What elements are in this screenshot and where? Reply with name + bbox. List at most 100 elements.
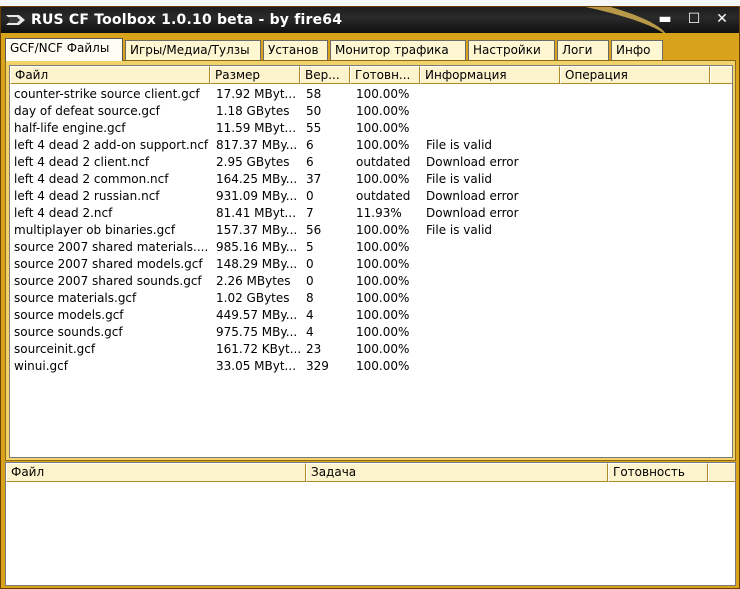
table-row[interactable]: counter-strike source client.gcf 17.92 MB… bbox=[10, 86, 732, 103]
cell-info bbox=[426, 324, 560, 341]
cell-operation bbox=[566, 137, 710, 154]
cell-file: day of defeat source.gcf bbox=[14, 104, 160, 118]
table-row[interactable]: source 2007 shared materials.... 985.16 M… bbox=[10, 239, 732, 256]
column-header-version[interactable]: Вер... bbox=[300, 66, 350, 84]
cell-version: 4 bbox=[306, 325, 314, 339]
table-row[interactable]: left 4 dead 2.ncf 81.41 MByt... 7 11.93% Dow… bbox=[10, 205, 732, 222]
cell-ready: 100.00% bbox=[356, 291, 410, 305]
table-row[interactable]: source models.gcf 449.57 MBy... 4 100.00% bbox=[10, 307, 732, 324]
cell-info bbox=[426, 307, 560, 324]
table-row[interactable]: source 2007 shared sounds.gcf 2.26 MBytes… bbox=[10, 273, 732, 290]
tab-install[interactable]: Установ bbox=[263, 40, 328, 60]
cell-operation bbox=[566, 290, 710, 307]
cell-ready: 100.00% bbox=[356, 308, 410, 322]
cell-size: 33.05 MByt... bbox=[216, 359, 297, 373]
column-header-info[interactable]: Информация bbox=[420, 66, 560, 84]
tab-settings[interactable]: Настройки bbox=[468, 40, 555, 60]
column-header-operation[interactable]: Операция bbox=[560, 66, 710, 84]
cell-operation bbox=[566, 222, 710, 239]
tab-info[interactable]: Инфо bbox=[611, 40, 663, 60]
cell-ready: 100.00% bbox=[356, 223, 410, 237]
task-column-header-spacer bbox=[708, 463, 735, 482]
tab-games-media-tools[interactable]: Игры/Медиа/Тулзы bbox=[125, 40, 261, 60]
table-row[interactable]: source materials.gcf 1.02 GBytes 8 100.00% bbox=[10, 290, 732, 307]
table-row[interactable]: half-life engine.gcf 11.59 MByt... 55 100.0… bbox=[10, 120, 732, 137]
steam-logo-icon[interactable] bbox=[5, 12, 27, 28]
cell-ready: outdated bbox=[356, 155, 411, 169]
cell-file: source 2007 shared materials.... bbox=[14, 240, 209, 254]
cell-file: left 4 dead 2 client.ncf bbox=[14, 155, 150, 169]
tab-logs[interactable]: Логи bbox=[557, 40, 609, 60]
table-row[interactable]: left 4 dead 2 russian.ncf 931.09 MBy... 0 o… bbox=[10, 188, 732, 205]
cell-file: source sounds.gcf bbox=[14, 325, 123, 339]
cell-operation bbox=[566, 120, 710, 137]
cell-operation bbox=[566, 205, 710, 222]
close-button[interactable]: ✕ bbox=[712, 10, 732, 28]
cell-operation bbox=[566, 256, 710, 273]
cell-operation bbox=[566, 324, 710, 341]
cell-ready: 100.00% bbox=[356, 359, 410, 373]
cell-version: 4 bbox=[306, 308, 314, 322]
cell-ready: 100.00% bbox=[356, 121, 410, 135]
tab-gcf-ncf-files[interactable]: GCF/NCF Файлы bbox=[5, 38, 123, 61]
cell-file: left 4 dead 2 common.ncf bbox=[14, 172, 169, 186]
cell-version: 8 bbox=[306, 291, 314, 305]
cell-info bbox=[426, 256, 560, 273]
cell-file: half-life engine.gcf bbox=[14, 121, 126, 135]
cell-info: Download error bbox=[426, 206, 519, 220]
column-header-ready[interactable]: Готовн... bbox=[350, 66, 420, 84]
cell-version: 0 bbox=[306, 274, 314, 288]
cell-file: left 4 dead 2 add-on support.ncf bbox=[14, 138, 209, 152]
task-column-header-progress[interactable]: Готовность bbox=[608, 463, 708, 482]
minimize-button[interactable]: ▬ bbox=[655, 10, 675, 28]
cell-version: 0 bbox=[306, 189, 314, 203]
table-row[interactable]: winui.gcf 33.05 MByt... 329 100.00% bbox=[10, 358, 732, 375]
cell-operation bbox=[566, 103, 710, 120]
cell-info bbox=[426, 86, 560, 103]
table-row[interactable]: multiplayer ob binaries.gcf 157.37 MBy...… bbox=[10, 222, 732, 239]
column-header-file[interactable]: Файл bbox=[10, 66, 210, 84]
cell-size: 81.41 MByt... bbox=[216, 206, 297, 220]
table-row[interactable]: source sounds.gcf 975.75 MBy... 4 100.00% bbox=[10, 324, 732, 341]
title-bar[interactable]: RUS CF Toolbox 1.0.10 beta - by fire64 ▬… bbox=[1, 7, 739, 33]
cell-size: 148.29 MBy... bbox=[216, 257, 298, 271]
file-list[interactable]: Файл Размер Вер... Готовн... Информация … bbox=[9, 65, 733, 458]
cell-file: source 2007 shared models.gcf bbox=[14, 257, 203, 271]
tab-traffic-monitor[interactable]: Монитор трафика bbox=[330, 40, 466, 60]
cell-operation bbox=[566, 239, 710, 256]
task-column-header-task[interactable]: Задача bbox=[306, 463, 608, 482]
cell-size: 161.72 KByt... bbox=[216, 342, 300, 356]
cell-size: 1.02 GBytes bbox=[216, 291, 290, 305]
cell-version: 23 bbox=[306, 342, 322, 356]
column-header-spacer bbox=[710, 66, 732, 84]
table-row[interactable]: left 4 dead 2 add-on support.ncf 817.37 M… bbox=[10, 137, 732, 154]
table-row[interactable]: source 2007 shared models.gcf 148.29 MBy.… bbox=[10, 256, 732, 273]
table-row[interactable]: day of defeat source.gcf 1.18 GBytes 50 100… bbox=[10, 103, 732, 120]
cell-version: 58 bbox=[306, 87, 322, 101]
cell-size: 157.37 MBy... bbox=[216, 223, 298, 237]
cell-info bbox=[426, 290, 560, 307]
table-row[interactable]: sourceinit.gcf 161.72 KByt... 23 100.00% bbox=[10, 341, 732, 358]
cell-ready: 100.00% bbox=[356, 138, 410, 152]
cell-ready: 100.00% bbox=[356, 257, 410, 271]
cell-info: File is valid bbox=[426, 138, 493, 152]
cell-version: 6 bbox=[306, 155, 314, 169]
cell-file: multiplayer ob binaries.gcf bbox=[14, 223, 176, 237]
cell-info bbox=[426, 273, 560, 290]
cell-file: sourceinit.gcf bbox=[14, 342, 96, 356]
cell-operation bbox=[566, 358, 710, 375]
cell-version: 6 bbox=[306, 138, 314, 152]
cell-version: 50 bbox=[306, 104, 322, 118]
table-row[interactable]: left 4 dead 2 client.ncf 2.95 GBytes 6 outd… bbox=[10, 154, 732, 171]
cell-ready: outdated bbox=[356, 189, 411, 203]
maximize-button[interactable]: ☐ bbox=[684, 10, 704, 28]
cell-size: 2.95 GBytes bbox=[216, 155, 290, 169]
task-list[interactable]: Файл Задача Готовность bbox=[5, 462, 736, 586]
file-list-header: Файл Размер Вер... Готовн... Информация … bbox=[10, 66, 732, 84]
cell-size: 449.57 MBy... bbox=[216, 308, 298, 322]
table-row[interactable]: left 4 dead 2 common.ncf 164.25 MBy... 37 1… bbox=[10, 171, 732, 188]
column-header-size[interactable]: Размер bbox=[210, 66, 300, 84]
cell-ready: 100.00% bbox=[356, 342, 410, 356]
task-column-header-file[interactable]: Файл bbox=[6, 463, 306, 482]
cell-version: 5 bbox=[306, 240, 314, 254]
